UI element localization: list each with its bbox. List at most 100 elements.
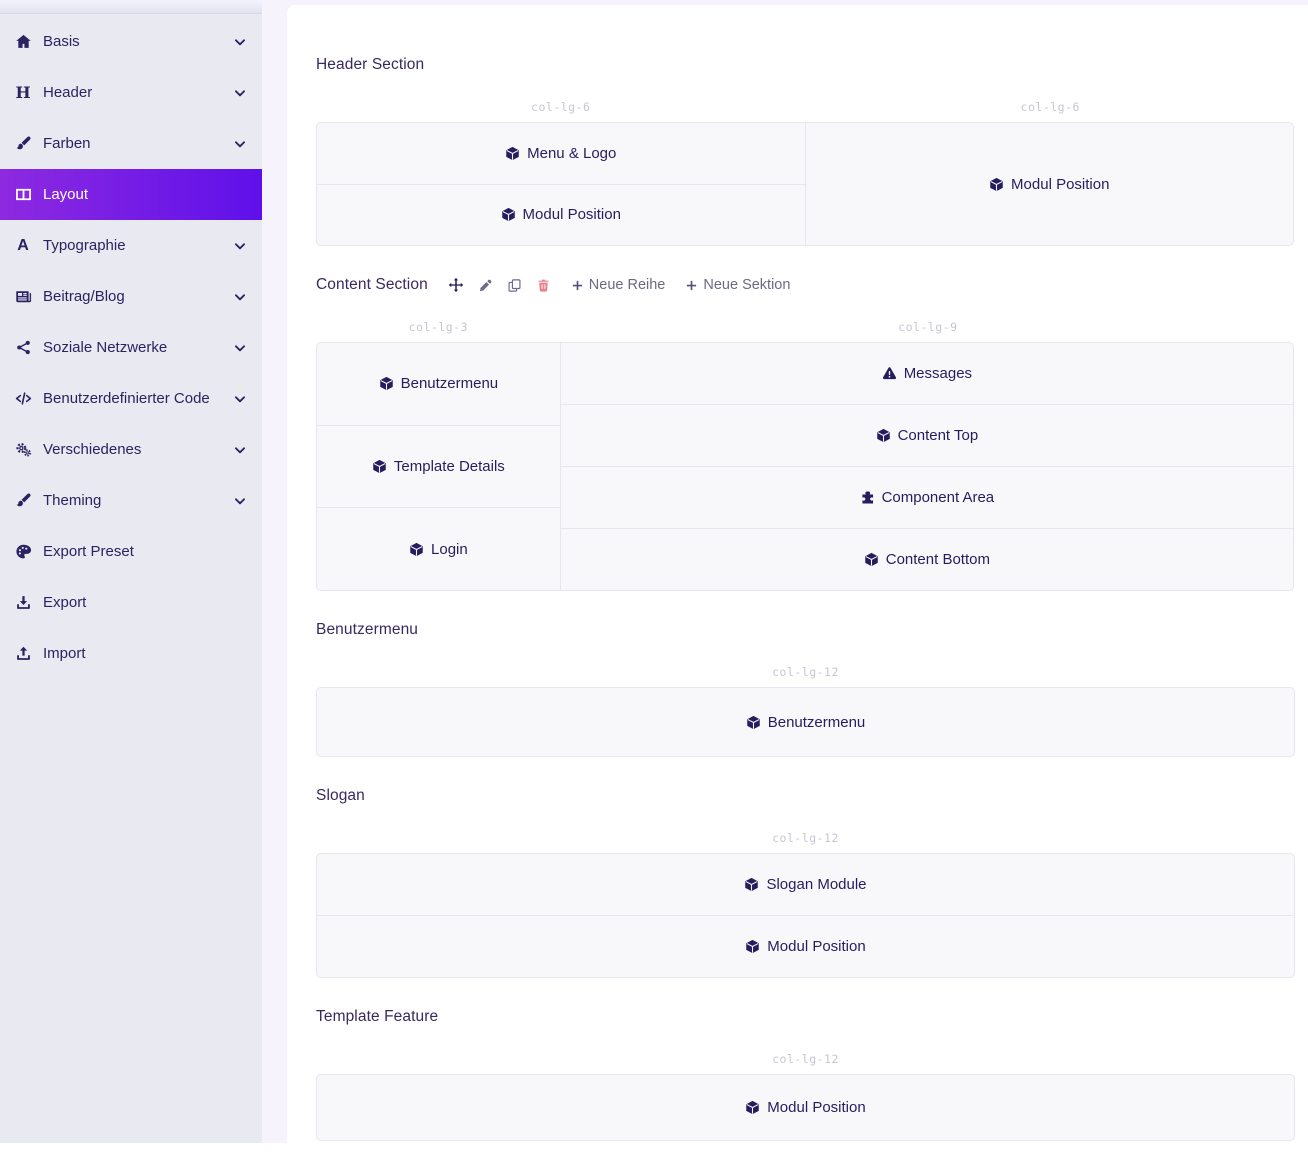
chevron-down-icon	[233, 443, 248, 457]
module-label: Modul Position	[1011, 176, 1109, 193]
sidebar-item-label: Typographie	[43, 237, 233, 254]
edit-section-button[interactable]	[478, 278, 493, 293]
move-section-button[interactable]	[448, 277, 464, 293]
sidebar-item-export-preset[interactable]: Export Preset	[0, 526, 262, 577]
module-cell-content-top[interactable]: Content Top	[561, 404, 1293, 466]
chevron-down-icon	[233, 494, 248, 508]
chevron-down-icon	[233, 341, 248, 355]
sidebar-item-label: Layout	[43, 186, 248, 203]
layout-column: Modul Position	[316, 1074, 1295, 1141]
section-slogan: Slogan col-lg-12 Slogan Module Modul Pos…	[316, 785, 1295, 978]
columns-icon	[10, 186, 36, 203]
cube-icon	[372, 459, 387, 474]
layout-column: Modul Position	[805, 122, 1295, 246]
module-label: Login	[431, 541, 468, 558]
module-cell-messages[interactable]: Messages	[561, 343, 1293, 404]
sidebar-item-layout[interactable]: Layout	[0, 169, 262, 220]
sidebar-item-basis[interactable]: Basis	[0, 16, 262, 67]
cube-icon	[876, 428, 891, 443]
module-cell-benutzermenu[interactable]: Benutzermenu	[317, 688, 1294, 756]
module-label: Content Bottom	[886, 551, 990, 568]
add-row-button[interactable]: Neue Reihe	[571, 277, 666, 293]
module-cell-modul-position[interactable]: Modul Position	[806, 123, 1294, 245]
sidebar-item-beitrag-blog[interactable]: Beitrag/Blog	[0, 271, 262, 322]
heading-icon: H	[10, 85, 36, 101]
module-label: Modul Position	[523, 206, 621, 223]
section-toolbar: Neue Reihe Neue Sektion	[448, 277, 791, 293]
sidebar-item-label: Soziale Netzwerke	[43, 339, 233, 356]
module-label: Benutzermenu	[768, 714, 866, 731]
sidebar-item-soziale-netzwerke[interactable]: Soziale Netzwerke	[0, 322, 262, 373]
sidebar-item-header[interactable]: H Header	[0, 67, 262, 118]
sidebar-item-benutzerdefinierter-code[interactable]: Benutzerdefinierter Code	[0, 373, 262, 424]
module-label: Slogan Module	[766, 876, 866, 893]
upload-icon	[10, 645, 36, 662]
cube-icon	[989, 177, 1004, 192]
sidebar-item-import[interactable]: Import	[0, 628, 262, 679]
cube-icon	[864, 552, 879, 567]
module-cell-modul-position[interactable]: Modul Position	[317, 915, 1294, 977]
sidebar-item-label: Beitrag/Blog	[43, 288, 233, 305]
chevron-down-icon	[233, 35, 248, 49]
module-label: Modul Position	[767, 938, 865, 955]
module-cell-modul-position[interactable]: Modul Position	[317, 184, 805, 246]
cube-icon	[744, 877, 759, 892]
module-cell-template-details[interactable]: Template Details	[317, 425, 560, 508]
section-title: Template Feature	[316, 1008, 438, 1026]
template-layout-builder: Basis H Header Farben Layout A Typograph…	[0, 0, 1308, 1154]
sidebar-item-label: Header	[43, 84, 233, 101]
newspaper-icon	[10, 288, 36, 305]
module-cell-benutzermenu[interactable]: Benutzermenu	[317, 343, 560, 425]
sidebar-item-label: Import	[43, 645, 248, 662]
section-template-feature: Template Feature col-lg-12 Modul Positio…	[316, 1006, 1295, 1141]
module-cell-component-area[interactable]: Component Area	[561, 466, 1293, 528]
layout-column: Messages Content Top Component Area Cont…	[560, 342, 1294, 591]
warning-icon	[882, 366, 897, 381]
layout-column: Slogan Module Modul Position	[316, 853, 1295, 978]
sidebar-top-divider	[0, 0, 262, 14]
layout-column: Menu & Logo Modul Position	[316, 122, 806, 246]
cube-icon	[745, 939, 760, 954]
sidebar-item-verschiedenes[interactable]: Verschiedenes	[0, 424, 262, 475]
copy-section-button[interactable]	[507, 278, 522, 293]
share-icon	[10, 339, 36, 356]
column-width-label: col-lg-3	[316, 320, 561, 334]
module-cell-modul-position[interactable]: Modul Position	[317, 1075, 1294, 1140]
sidebar-item-typographie[interactable]: A Typographie	[0, 220, 262, 271]
module-label: Content Top	[898, 427, 979, 444]
paintbrush-icon	[10, 135, 36, 152]
add-section-label: Neue Sektion	[703, 277, 790, 293]
sidebar-item-farben[interactable]: Farben	[0, 118, 262, 169]
sidebar-item-label: Export Preset	[43, 543, 248, 560]
plus-icon	[685, 279, 698, 292]
cube-icon	[501, 207, 516, 222]
sidebar-item-label: Basis	[43, 33, 233, 50]
column-width-label: col-lg-6	[316, 100, 806, 114]
plus-icon	[571, 279, 584, 292]
sidebar-item-export[interactable]: Export	[0, 577, 262, 628]
chevron-down-icon	[233, 86, 248, 100]
chevron-down-icon	[233, 290, 248, 304]
font-icon: A	[10, 238, 36, 254]
delete-section-button[interactable]	[536, 278, 551, 293]
add-section-button[interactable]: Neue Sektion	[685, 277, 790, 293]
module-label: Component Area	[882, 489, 995, 506]
module-label: Menu & Logo	[527, 145, 616, 162]
module-cell-slogan-module[interactable]: Slogan Module	[317, 854, 1294, 915]
layout-column: Benutzermenu	[316, 687, 1295, 757]
sidebar-nav: Basis H Header Farben Layout A Typograph…	[0, 14, 262, 679]
module-cell-menu-logo[interactable]: Menu & Logo	[317, 123, 805, 184]
section-title: Content Section	[316, 276, 428, 294]
module-cell-content-bottom[interactable]: Content Bottom	[561, 528, 1293, 590]
column-width-label: col-lg-12	[316, 665, 1295, 679]
sidebar-item-theming[interactable]: Theming	[0, 475, 262, 526]
cogs-icon	[10, 441, 36, 458]
section-header-section: Header Section col-lg-6 col-lg-6 Menu & …	[316, 54, 1295, 246]
module-label: Messages	[904, 365, 972, 382]
add-row-label: Neue Reihe	[589, 277, 666, 293]
cube-icon	[745, 1100, 760, 1115]
sidebar-item-label: Export	[43, 594, 248, 611]
cube-icon	[505, 146, 520, 161]
module-cell-login[interactable]: Login	[317, 507, 560, 590]
column-width-label: col-lg-6	[806, 100, 1296, 114]
